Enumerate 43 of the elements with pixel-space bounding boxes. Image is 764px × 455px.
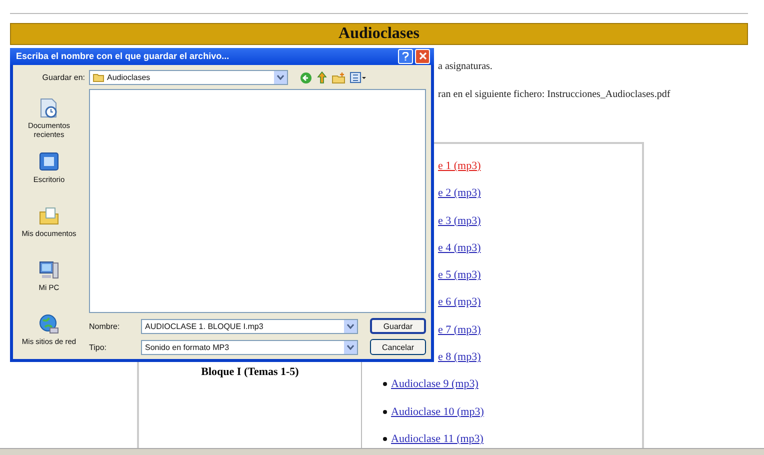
audio-link[interactable]: e 2 (mp3) (438, 187, 481, 200)
close-button[interactable] (415, 48, 430, 64)
audio-link[interactable]: e 4 (mp3) (438, 242, 481, 254)
bullet-icon (383, 436, 387, 441)
body-text: ran en el siguiente fichero: Instrucciones_Audioclases.pdf (438, 89, 670, 100)
audio-link[interactable]: Audioclase 10 (mp3) (391, 406, 484, 418)
bullet-icon (383, 382, 387, 386)
audio-link[interactable]: e 6 (mp3) (438, 296, 481, 308)
computer-icon (38, 259, 60, 281)
globe-icon (38, 313, 60, 335)
audio-link[interactable]: e 8 (mp3) (438, 351, 481, 364)
folder-icon (38, 205, 60, 227)
dialog-title: Escriba el nombre con el que guardar el archivo... (16, 51, 230, 62)
close-icon (418, 52, 426, 60)
caret-icon (344, 340, 357, 354)
up-arrow-icon[interactable] (316, 71, 328, 84)
folder-icon (93, 73, 104, 82)
filename-field[interactable]: AUDIOCLASE 1. BLOQUE I.mp3 (141, 318, 358, 334)
audio-link[interactable]: e 3 (mp3) (438, 214, 481, 227)
bullet-icon (383, 410, 387, 414)
save-button[interactable]: Guardar (370, 318, 426, 334)
file-type-dropdown[interactable]: Sonido en formato MP3 (141, 340, 358, 354)
cancel-button[interactable]: Cancelar (370, 339, 426, 355)
caret-icon (274, 71, 287, 84)
views-menu-icon[interactable] (350, 72, 366, 84)
new-folder-icon[interactable] (332, 72, 346, 84)
audio-link[interactable]: e 5 (mp3) (438, 269, 481, 282)
audio-link[interactable]: e 7 (mp3) (438, 324, 481, 336)
help-button[interactable] (398, 48, 413, 64)
audio-link[interactable]: Audioclase 11 (mp3) (391, 432, 484, 445)
save-in-dropdown[interactable]: Audioclases (89, 70, 288, 86)
save-in-label: Guardar en: (41, 73, 85, 82)
caret-icon (344, 320, 357, 332)
body-text: a asignaturas. (438, 61, 492, 72)
desktop-icon (38, 151, 60, 173)
block-label: Bloque I (Temas 1-5) (201, 366, 299, 380)
audio-link[interactable]: e 1 (mp3) (438, 160, 481, 172)
back-icon[interactable] (300, 72, 312, 84)
type-label: Tipo: (89, 342, 108, 352)
page-title: Audioclases (10, 23, 748, 45)
audio-link[interactable]: Audioclase 9 (mp3) (391, 378, 478, 390)
question-mark-icon (402, 52, 409, 61)
filename-label: Nombre: (89, 322, 121, 330)
